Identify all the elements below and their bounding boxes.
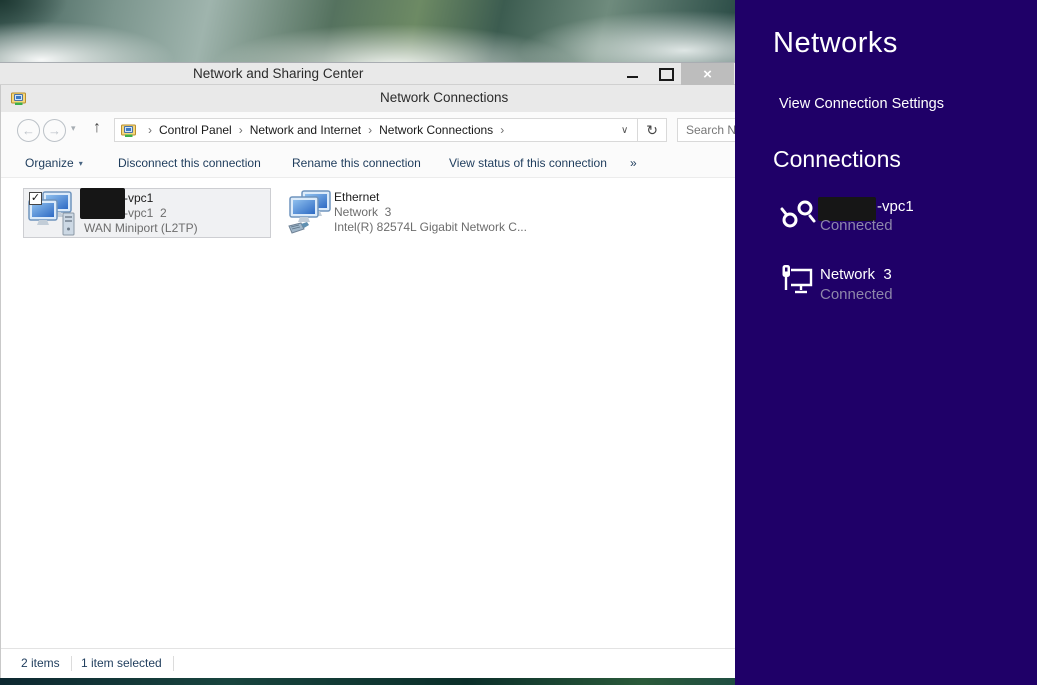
- recent-pages-dropdown[interactable]: ▾: [71, 123, 76, 134]
- up-button[interactable]: ↑: [93, 119, 101, 137]
- chevron-down-icon: ▾: [79, 159, 83, 168]
- breadcrumb-control-panel[interactable]: Control Panel: [159, 123, 232, 137]
- close-button[interactable]: ×: [681, 63, 734, 85]
- screen: Network and Sharing Center × Network Con…: [0, 0, 1037, 685]
- ethernet-connection-icon: [286, 190, 336, 236]
- address-breadcrumb-bar[interactable]: › Control Panel › Network and Internet ›…: [114, 118, 667, 142]
- maximize-icon: [659, 68, 674, 81]
- minimize-button[interactable]: [618, 63, 646, 85]
- item-checkbox[interactable]: ✓: [29, 192, 42, 205]
- maximize-button[interactable]: [652, 63, 680, 85]
- connections-list: ✓ -vpc1 -vpc1 2 WAN Miniport (L2TP): [1, 178, 735, 648]
- networks-panel: Networks View Connection Settings Connec…: [735, 0, 1037, 685]
- rename-connection-button[interactable]: Rename this connection: [292, 156, 421, 170]
- status-separator: [173, 656, 174, 671]
- network-connections-window: Network Connections ← → ▾ ↑ › Control Pa…: [0, 85, 735, 678]
- list-item-vpn-connection[interactable]: ✓ -vpc1 -vpc1 2 WAN Miniport (L2TP): [23, 188, 271, 238]
- forward-button[interactable]: →: [43, 119, 66, 142]
- window-title: Network Connections: [380, 90, 508, 105]
- panel-network-status: Connected: [820, 286, 893, 303]
- organize-button[interactable]: Organize▾: [25, 156, 83, 170]
- minimize-icon: [627, 76, 638, 78]
- network-sharing-center-titlebar[interactable]: Network and Sharing Center ×: [0, 62, 735, 85]
- connection-device: WAN Miniport (L2TP): [84, 221, 198, 236]
- status-bar: 2 items 1 item selected: [1, 648, 735, 678]
- breadcrumb-separator-icon: ›: [239, 123, 243, 137]
- connection-name: Ethernet: [334, 190, 527, 205]
- status-separator: [71, 656, 72, 671]
- command-toolbar: Organize▾ Disconnect this connection Ren…: [1, 149, 735, 178]
- breadcrumb-separator-icon: ›: [500, 123, 504, 137]
- disconnect-connection-button[interactable]: Disconnect this connection: [118, 156, 261, 170]
- address-bar-row: ← → ▾ ↑ › Control Panel › Network and In…: [1, 112, 735, 149]
- chevron-down-icon: ▾: [71, 123, 76, 133]
- search-placeholder: Search N: [678, 123, 736, 137]
- network-connections-folder-icon: [11, 90, 27, 106]
- connections-section-title: Connections: [773, 146, 901, 173]
- back-icon: ←: [22, 123, 35, 138]
- list-item-ethernet-connection[interactable]: Ethernet Network 3 Intel(R) 82574L Gigab…: [286, 188, 534, 238]
- view-status-button[interactable]: View status of this connection: [449, 156, 607, 170]
- refresh-button[interactable]: ↻: [637, 119, 666, 141]
- check-icon: ✓: [31, 192, 40, 204]
- panel-title: Networks: [773, 27, 898, 60]
- item-text: Ethernet Network 3 Intel(R) 82574L Gigab…: [334, 190, 527, 235]
- toolbar-overflow-button[interactable]: »: [630, 156, 637, 170]
- connection-network: Network 3: [334, 205, 527, 220]
- up-icon: ↑: [93, 119, 101, 136]
- breadcrumb-separator-icon: ›: [148, 123, 152, 137]
- address-dropdown-button[interactable]: ∨: [612, 125, 637, 136]
- network-sharing-center-title: Network and Sharing Center: [193, 66, 363, 81]
- breadcrumb-separator-icon: ›: [368, 123, 372, 137]
- vpn-icon[interactable]: [779, 196, 817, 234]
- panel-network-name[interactable]: Network 3: [820, 266, 892, 283]
- window-titlebar[interactable]: Network Connections: [1, 85, 735, 112]
- refresh-icon: ↻: [646, 122, 658, 139]
- view-connection-settings-link[interactable]: View Connection Settings: [779, 96, 944, 112]
- panel-vpn-status: Connected: [820, 217, 893, 234]
- breadcrumb-network-and-internet[interactable]: Network and Internet: [250, 123, 361, 137]
- connection-device: Intel(R) 82574L Gigabit Network C...: [334, 220, 527, 235]
- back-button[interactable]: ←: [17, 119, 40, 142]
- item-count: 2 items: [21, 656, 60, 670]
- selection-count: 1 item selected: [81, 656, 162, 670]
- redaction-box: [80, 188, 125, 219]
- close-icon: ×: [703, 66, 712, 83]
- chevron-down-icon: ∨: [621, 125, 628, 136]
- network-connections-folder-icon: [121, 122, 137, 138]
- wired-network-icon[interactable]: [779, 262, 815, 298]
- panel-vpn-name[interactable]: -vpc1: [877, 198, 914, 215]
- forward-icon: →: [48, 123, 61, 138]
- breadcrumb-network-connections[interactable]: Network Connections: [379, 123, 493, 137]
